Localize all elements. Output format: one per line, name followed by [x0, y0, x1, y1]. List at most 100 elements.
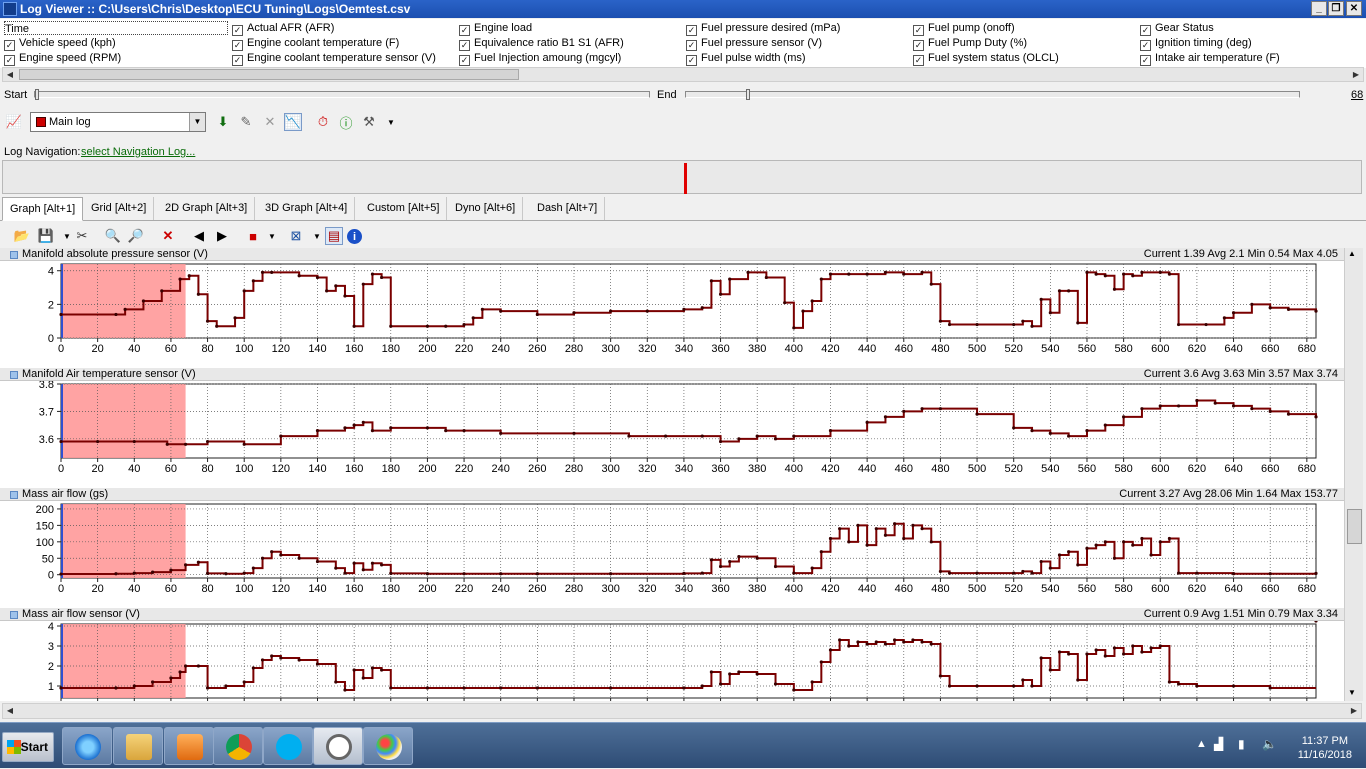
- channel-checkbox-16[interactable]: ✓ Fuel system status (OLCL): [913, 51, 1059, 66]
- tab-1[interactable]: Grid [Alt+2]: [84, 197, 155, 220]
- end-slider[interactable]: [685, 89, 1300, 100]
- channel-scrollbar[interactable]: ◀ ▶: [2, 67, 1364, 82]
- channel-checkbox-15[interactable]: ✓ Fuel pulse width (ms): [686, 51, 806, 66]
- checkbox-check-icon[interactable]: ✓: [1140, 25, 1151, 36]
- graph-area[interactable]: Manifold absolute pressure sensor (V) Cur…: [0, 248, 1344, 701]
- graph-plot[interactable]: 0204060801001201401601802002202402602803…: [0, 501, 1344, 608]
- checkbox-check-icon[interactable]: ✓: [686, 40, 697, 51]
- tab-2[interactable]: 2D Graph [Alt+3]: [158, 197, 256, 220]
- tools-icon[interactable]: ⚒: [360, 113, 378, 131]
- tab-6[interactable]: Dash [Alt+7]: [530, 197, 606, 220]
- open-folder-icon[interactable]: 📂: [13, 227, 31, 245]
- fit-view-dropdown-icon[interactable]: ▼: [308, 227, 326, 245]
- channel-checkbox-3[interactable]: ✓ Fuel pressure desired (mPa): [686, 21, 840, 36]
- channel-checkbox-17[interactable]: ✓ Intake air temperature (F): [1140, 51, 1280, 66]
- volume-icon[interactable]: 🔈: [1262, 737, 1277, 751]
- graph-panel-1[interactable]: Manifold Air temperature sensor (V) Curre…: [0, 368, 1344, 488]
- graph-scroll-thumb[interactable]: [1347, 509, 1362, 544]
- checkbox-check-icon[interactable]: ✓: [913, 40, 924, 51]
- clock-icon[interactable]: ⏱: [314, 113, 332, 131]
- channel-checkbox-2[interactable]: ✓ Engine load: [459, 21, 532, 36]
- start-slider-knob[interactable]: [35, 89, 39, 100]
- zoom-in-icon[interactable]: 🔍: [104, 227, 122, 245]
- graph-log-icon[interactable]: 📈: [5, 113, 23, 131]
- scroll-right-arrow-icon[interactable]: ▶: [1349, 68, 1363, 81]
- overlay-graph-icon[interactable]: 📉: [284, 113, 302, 131]
- graph-plot[interactable]: 0204060801001201401601802002202402602803…: [0, 381, 1344, 488]
- checkbox-check-icon[interactable]: ✓: [232, 55, 243, 66]
- checkbox-check-icon[interactable]: ✓: [232, 25, 243, 36]
- scroll-up-arrow-icon[interactable]: ▲: [1348, 249, 1356, 258]
- graph-scroll-left-icon[interactable]: ◀: [3, 704, 17, 717]
- restore-button[interactable]: ❐: [1328, 1, 1344, 16]
- taskbar-skype[interactable]: [263, 727, 313, 765]
- scroll-down-arrow-icon[interactable]: ▼: [1348, 688, 1356, 697]
- channel-checkbox-7[interactable]: ✓ Engine coolant temperature (F): [232, 36, 399, 51]
- channel-checkbox-1[interactable]: ✓ Actual AFR (AFR): [232, 21, 334, 36]
- next-icon[interactable]: ▶: [213, 227, 231, 245]
- channel-checkbox-5[interactable]: ✓ Gear Status: [1140, 21, 1214, 36]
- checkbox-check-icon[interactable]: ✓: [459, 55, 470, 66]
- channel-checkbox-9[interactable]: ✓ Fuel pressure sensor (V): [686, 36, 822, 51]
- scissors-icon[interactable]: ✂: [73, 227, 91, 245]
- select-navigation-log-link[interactable]: select Navigation Log...: [81, 146, 195, 158]
- taskbar-file-explorer[interactable]: [113, 727, 163, 765]
- zoom-out-icon[interactable]: 🔎: [127, 227, 145, 245]
- series-color-icon[interactable]: ■: [244, 227, 262, 245]
- channel-checkbox-11[interactable]: ✓ Ignition timing (deg): [1140, 36, 1252, 51]
- close-button[interactable]: ✕: [1346, 1, 1362, 16]
- checkbox-check-icon[interactable]: ✓: [459, 25, 470, 36]
- series-color-box[interactable]: [10, 371, 18, 379]
- series-color-box[interactable]: [10, 611, 18, 619]
- checkbox-check-icon[interactable]: ✓: [686, 25, 697, 36]
- end-slider-knob[interactable]: [746, 89, 750, 100]
- taskbar-internet-explorer[interactable]: [62, 727, 112, 765]
- edit-icon[interactable]: ✎: [237, 113, 255, 131]
- cursor-line[interactable]: [61, 384, 63, 458]
- channel-checkbox-8[interactable]: ✓ Equivalence ratio B1 S1 (AFR): [459, 36, 624, 51]
- selection-highlight[interactable]: [61, 624, 186, 698]
- graph-plot[interactable]: 0204060801001201401601802002202402602803…: [0, 621, 1344, 701]
- selection-highlight[interactable]: [61, 504, 186, 578]
- start-button[interactable]: Start: [2, 732, 54, 762]
- channel-checkbox-4[interactable]: ✓ Fuel pump (onoff): [913, 21, 1015, 36]
- taskbar-paint[interactable]: [363, 727, 413, 765]
- selection-highlight[interactable]: [61, 264, 186, 338]
- navigation-strip[interactable]: [2, 160, 1362, 194]
- graph-panel-2[interactable]: Mass air flow (gs) Current 3.27 Avg 28.06…: [0, 488, 1344, 608]
- fit-view-icon[interactable]: ⊠: [287, 227, 305, 245]
- tab-5[interactable]: Dyno [Alt+6]: [448, 197, 524, 220]
- download-arrow-icon[interactable]: ⬇: [214, 113, 232, 131]
- series-color-dropdown-icon[interactable]: ▼: [263, 227, 281, 245]
- about-info-icon[interactable]: i: [347, 229, 362, 244]
- save-icon[interactable]: 💾: [37, 227, 55, 245]
- previous-icon[interactable]: ◀: [190, 227, 208, 245]
- checkbox-check-icon[interactable]: ✓: [232, 40, 243, 51]
- channel-checkbox-10[interactable]: ✓ Fuel Pump Duty (%): [913, 36, 1027, 51]
- series-color-box[interactable]: [10, 491, 18, 499]
- taskbar-media-player[interactable]: [164, 727, 214, 765]
- chevron-down-icon[interactable]: ▼: [189, 113, 205, 131]
- network-signal-icon[interactable]: ▟: [1214, 737, 1223, 751]
- minimize-button[interactable]: _: [1311, 1, 1327, 16]
- checkbox-check-icon[interactable]: ✓: [1140, 55, 1151, 66]
- cursor-line[interactable]: [61, 264, 63, 338]
- graph-plot[interactable]: 0204060801001201401601802002202402602803…: [0, 261, 1344, 368]
- tray-expand-icon[interactable]: ▲: [1196, 738, 1207, 750]
- chart-settings-icon[interactable]: ▤: [325, 227, 343, 245]
- graph-vertical-scrollbar[interactable]: ▲ ▼: [1344, 248, 1363, 701]
- checkbox-check-icon[interactable]: ✓: [4, 55, 15, 66]
- checkbox-check-icon[interactable]: ✓: [4, 40, 15, 51]
- channel-checkbox-13[interactable]: ✓ Engine coolant temperature sensor (V): [232, 51, 436, 66]
- tools-dropdown-icon[interactable]: ▼: [382, 113, 400, 131]
- channel-checkbox-14[interactable]: ✓ Fuel Injection amoung (mgcyl): [459, 51, 621, 66]
- checkbox-check-icon[interactable]: ✓: [686, 55, 697, 66]
- battery-icon[interactable]: ▮: [1238, 737, 1245, 751]
- info-icon[interactable]: ⓘ: [337, 113, 355, 131]
- clock[interactable]: 11:37 PM 11/16/2018: [1298, 734, 1352, 762]
- series-color-box[interactable]: [10, 251, 18, 259]
- graph-panel-0[interactable]: Manifold absolute pressure sensor (V) Cur…: [0, 248, 1344, 368]
- graph-scroll-right-icon[interactable]: ▶: [1347, 704, 1361, 717]
- navigation-position-marker[interactable]: [684, 163, 687, 194]
- checkbox-check-icon[interactable]: ✓: [913, 25, 924, 36]
